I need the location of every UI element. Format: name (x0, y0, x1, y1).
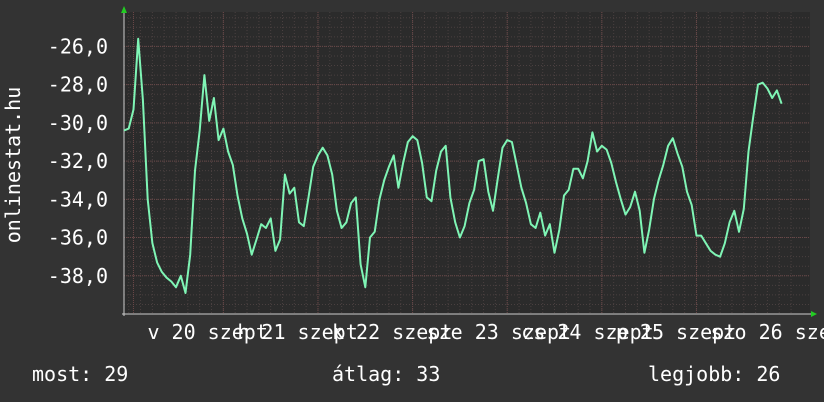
stat-average-value: 33 (416, 362, 441, 386)
stat-best: legjobb: 26 (648, 362, 780, 386)
stat-now: most: 29 (32, 362, 128, 386)
x-tick-label: szo 26 szept (710, 320, 824, 344)
x-tick-labels: v 20 szepth 21 szeptk 22 szeptsze 23 sze… (147, 320, 824, 344)
y-tick-label: -38,0 (48, 264, 108, 288)
stat-average-label: átlag: (332, 362, 405, 386)
stat-best-label: legjobb: (648, 362, 745, 386)
y-tick-label: -26,0 (48, 34, 108, 58)
y-tick-label: -30,0 (48, 111, 108, 135)
y-tick-label: -32,0 (48, 149, 108, 173)
y-tick-label: -34,0 (48, 187, 108, 211)
y-tick-label: -36,0 (48, 226, 108, 250)
y-tick-label: -28,0 (48, 73, 108, 97)
stat-best-value: 26 (756, 362, 781, 386)
y-tick-labels: -26,0 -28,0 -30,0 -32,0 -34,0 -36,0 -38,0 (48, 34, 108, 287)
stat-now-label: most: (32, 362, 93, 386)
line-chart: -26,0 -28,0 -30,0 -32,0 -34,0 -36,0 -38,0 v 20… (1, 6, 824, 344)
plot-area (124, 12, 810, 314)
stat-average: átlag: 33 (332, 362, 440, 386)
stat-now-value: 29 (104, 362, 129, 386)
y-axis-arrow-icon (121, 6, 127, 13)
side-label: onlinestat.hu (1, 87, 25, 244)
x-axis-arrow-icon (811, 311, 817, 317)
